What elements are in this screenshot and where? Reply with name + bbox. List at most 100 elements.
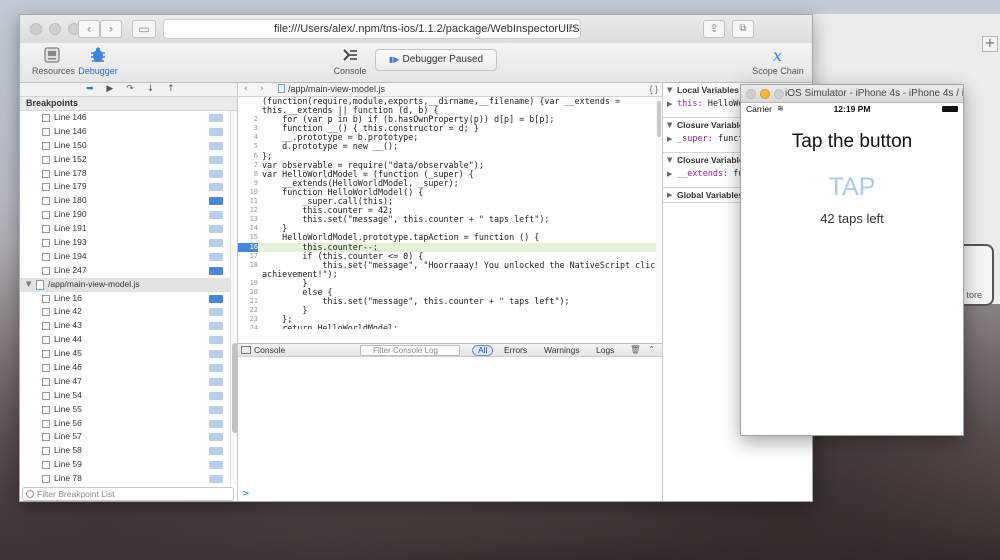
- breakpoint-row[interactable]: Line 54: [20, 389, 230, 403]
- breakpoint-checkbox[interactable]: [42, 364, 50, 373]
- chevron-left-icon[interactable]: ‹: [244, 83, 248, 96]
- tap-button[interactable]: TAP: [741, 173, 963, 202]
- url-field[interactable]: file:///Users/alex/.npm/tns-ios/1.1.2/pa…: [163, 19, 581, 39]
- line-number[interactable]: 24: [238, 324, 258, 329]
- step-out-icon[interactable]: ↑: [167, 84, 175, 94]
- breakpoint-marker-icon[interactable]: [209, 114, 223, 122]
- back-button[interactable]: ‹: [78, 20, 100, 38]
- step-into-icon[interactable]: ↓: [147, 84, 155, 94]
- breakpoint-checkbox[interactable]: [42, 391, 50, 400]
- chevron-right-icon[interactable]: ›: [260, 83, 264, 96]
- breakpoint-marker-icon[interactable]: [209, 169, 223, 178]
- line-number[interactable]: 10: [238, 188, 258, 197]
- trash-icon[interactable]: 🗑: [630, 344, 641, 356]
- breakpoint-marker-icon[interactable]: [209, 461, 223, 470]
- minimize-window-button[interactable]: [49, 23, 61, 35]
- pretty-print-button[interactable]: { }: [649, 83, 658, 96]
- breakpoint-checkbox[interactable]: [42, 127, 50, 136]
- breakpoint-checkbox[interactable]: [42, 183, 50, 192]
- breakpoint-row[interactable]: Line 58: [20, 444, 230, 458]
- breakpoint-row[interactable]: Line 59: [20, 458, 230, 472]
- breakpoint-marker-icon[interactable]: [209, 336, 223, 345]
- forward-button[interactable]: ›: [100, 20, 122, 38]
- line-number[interactable]: 21: [238, 297, 258, 306]
- breakpoint-checkbox[interactable]: [42, 447, 50, 456]
- step-over-icon[interactable]: ↷: [126, 84, 134, 94]
- filter-warnings-button[interactable]: Warnings: [544, 344, 580, 356]
- line-number[interactable]: 4: [238, 133, 258, 142]
- filter-console-input[interactable]: Filter Console Log: [360, 345, 460, 356]
- line-number[interactable]: 22: [238, 306, 258, 315]
- breakpoint-row[interactable]: Line 194: [20, 250, 230, 264]
- tab-scope-chain[interactable]: x Scope Chain: [750, 46, 806, 76]
- breakpoint-marker-icon[interactable]: [209, 183, 223, 192]
- breakpoint-checkbox[interactable]: [42, 322, 50, 331]
- breakpoint-row[interactable]: Line 191: [20, 222, 230, 236]
- breakpoint-row[interactable]: Line 47: [20, 375, 230, 389]
- breakpoint-file-row[interactable]: ▼ /app/main-view-model.js: [20, 277, 230, 292]
- line-number[interactable]: 2: [238, 115, 258, 124]
- breakpoint-marker-icon[interactable]: [209, 225, 223, 234]
- breakpoint-checkbox[interactable]: [42, 114, 50, 122]
- breakpoint-row[interactable]: Line 193: [20, 236, 230, 250]
- line-number[interactable]: 19: [238, 279, 258, 288]
- breakpoint-checkbox[interactable]: [42, 461, 50, 470]
- sidebar-scrollbar[interactable]: [230, 111, 237, 485]
- breakpoint-marker-icon[interactable]: [209, 447, 223, 456]
- line-number[interactable]: 18: [238, 261, 258, 270]
- code-line[interactable]: 22 }: [238, 306, 656, 315]
- line-number[interactable]: 12: [238, 206, 258, 215]
- breakpoint-checkbox[interactable]: [42, 211, 50, 220]
- filter-logs-button[interactable]: Logs: [596, 344, 614, 356]
- breakpoint-row[interactable]: Line 45: [20, 347, 230, 361]
- line-number[interactable]: 3: [238, 124, 258, 133]
- breakpoint-marker-icon[interactable]: [209, 475, 223, 484]
- line-number[interactable]: 14: [238, 224, 258, 233]
- pause-resume-icon[interactable]: ▶: [106, 84, 113, 94]
- breakpoint-row[interactable]: Line 44: [20, 333, 230, 347]
- breakpoint-checkbox[interactable]: [42, 169, 50, 178]
- breakpoint-row[interactable]: Line 179: [20, 180, 230, 194]
- breakpoint-marker-icon[interactable]: [209, 266, 223, 275]
- breakpoint-marker-icon[interactable]: [209, 433, 223, 442]
- console-prompt[interactable]: >: [242, 489, 250, 499]
- filter-breakpoint-input[interactable]: Filter Breakpoint List: [22, 487, 234, 501]
- breakpoint-checkbox[interactable]: [42, 141, 50, 150]
- code-line[interactable]: 24 return HelloWorldModel;: [238, 324, 656, 329]
- breakpoint-row[interactable]: Line 190: [20, 208, 230, 222]
- line-number[interactable]: 6: [238, 152, 258, 161]
- breakpoint-row[interactable]: Line 178: [20, 167, 230, 181]
- debugger-paused-button[interactable]: ▮▶ Debugger Paused: [375, 49, 497, 71]
- breakpoint-row[interactable]: Line 146: [20, 111, 230, 125]
- line-number[interactable]: 17: [238, 252, 258, 261]
- breakpoint-marker-icon[interactable]: [209, 197, 223, 206]
- breakpoint-marker-icon[interactable]: [209, 405, 223, 414]
- breakpoints-toggle-icon[interactable]: ➡: [86, 84, 94, 94]
- share-button[interactable]: ⇪: [703, 20, 725, 38]
- breakpoint-checkbox[interactable]: [42, 308, 50, 317]
- breakpoint-checkbox[interactable]: [42, 405, 50, 414]
- tab-resources[interactable]: Resources: [32, 46, 75, 76]
- breakpoint-checkbox[interactable]: [42, 336, 50, 345]
- breakpoint-marker-icon[interactable]: [209, 141, 223, 150]
- breakpoint-checkbox[interactable]: [42, 252, 50, 261]
- breakpoint-row[interactable]: Line 57: [20, 430, 230, 444]
- breakpoint-marker-icon[interactable]: [209, 211, 223, 220]
- breakpoint-marker-icon[interactable]: [209, 294, 223, 303]
- breakpoint-checkbox[interactable]: [42, 266, 50, 275]
- breakpoint-marker-icon[interactable]: [209, 350, 223, 359]
- line-number[interactable]: 8: [238, 170, 258, 179]
- line-number[interactable]: 5: [238, 142, 258, 151]
- breakpoint-marker-icon[interactable]: [209, 252, 223, 261]
- breakpoint-row[interactable]: Line 152: [20, 153, 230, 167]
- code-line[interactable]: 13 this.set("message", this.counter + " …: [238, 215, 656, 224]
- breakpoint-row[interactable]: Line 42: [20, 305, 230, 319]
- breakpoint-marker-icon[interactable]: [209, 308, 223, 317]
- breakpoint-marker-icon[interactable]: [209, 419, 223, 428]
- breakpoint-checkbox[interactable]: [42, 225, 50, 234]
- close-window-button[interactable]: [746, 89, 756, 99]
- reload-icon[interactable]: ↻: [568, 22, 577, 35]
- breakpoint-checkbox[interactable]: [42, 377, 50, 386]
- breakpoint-marker-icon[interactable]: [209, 239, 223, 248]
- collapse-console-icon[interactable]: ⌃: [648, 344, 655, 356]
